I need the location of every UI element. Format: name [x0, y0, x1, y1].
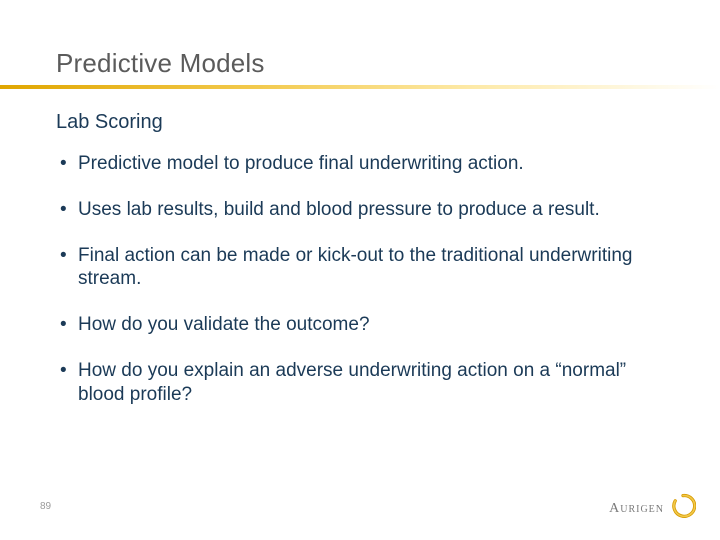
brand-logo: Aurigen — [609, 493, 696, 524]
page-number: 89 — [40, 501, 51, 512]
title-rule — [0, 85, 720, 97]
logo-mark-icon — [670, 493, 696, 524]
slide-title: Predictive Models — [56, 48, 664, 79]
title-rule-gradient — [0, 85, 720, 89]
bullet-list: Predictive model to produce final underw… — [56, 152, 664, 406]
slide-subtitle: Lab Scoring — [56, 111, 664, 134]
list-item: Uses lab results, build and blood pressu… — [56, 198, 664, 222]
logo-text: Aurigen — [609, 501, 664, 517]
list-item: How do you validate the outcome? — [56, 313, 664, 337]
slide: Predictive Models Lab Scoring Predictive… — [0, 0, 720, 540]
list-item: How do you explain an adverse underwriti… — [56, 359, 664, 407]
list-item: Final action can be made or kick-out to … — [56, 244, 664, 292]
list-item: Predictive model to produce final underw… — [56, 152, 664, 176]
